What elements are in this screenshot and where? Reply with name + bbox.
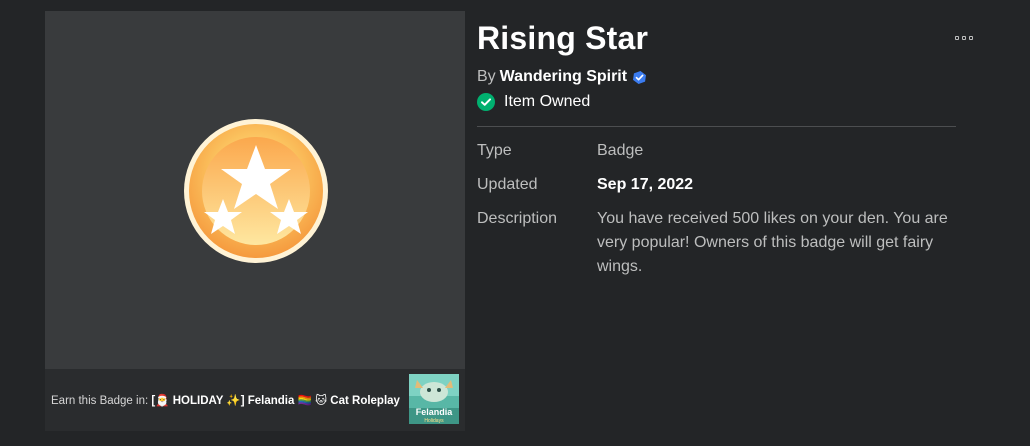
earn-badge-bar[interactable]: Earn this Badge in: [🎅 HOLIDAY ✨] Feland… [45,369,465,431]
owned-status: Item Owned [477,93,590,111]
earn-badge-text: Earn this Badge in: [🎅 HOLIDAY ✨] Feland… [51,393,400,407]
more-options-button[interactable] [950,29,978,47]
description-value: You have received 500 likes on your den.… [597,210,948,275]
type-value: Badge [597,142,644,159]
divider [477,126,956,127]
star-badge-icon [184,119,328,263]
more-options-icon [962,36,966,40]
checkmark-circle-icon [477,93,495,111]
game-link[interactable]: [🎅 HOLIDAY ✨] Felandia 🏳️‍🌈 🐱 Cat Rolepl… [151,395,400,407]
updated-value: Sep 17, 2022 [597,176,694,193]
more-options-icon [969,36,973,40]
by-prefix: By [477,68,496,85]
creator-byline: By Wandering Spirit [477,68,647,86]
owned-label: Item Owned [504,93,591,110]
more-options-icon [955,36,959,40]
game-thumb-title: Felandia [416,407,454,417]
earn-prefix: Earn this Badge in: [51,395,149,407]
creator-link[interactable]: Wandering Spirit [500,68,627,86]
updated-label: Updated [477,176,538,193]
item-title: Rising Star [477,20,649,56]
type-label: Type [477,142,512,159]
game-thumbnail[interactable]: Felandia Holidays [409,374,459,424]
description-label: Description [477,210,558,227]
game-thumb-subtitle: Holidays [424,418,444,424]
badge-thumbnail-panel: Earn this Badge in: [🎅 HOLIDAY ✨] Feland… [45,11,465,431]
verified-badge-icon [633,70,647,84]
